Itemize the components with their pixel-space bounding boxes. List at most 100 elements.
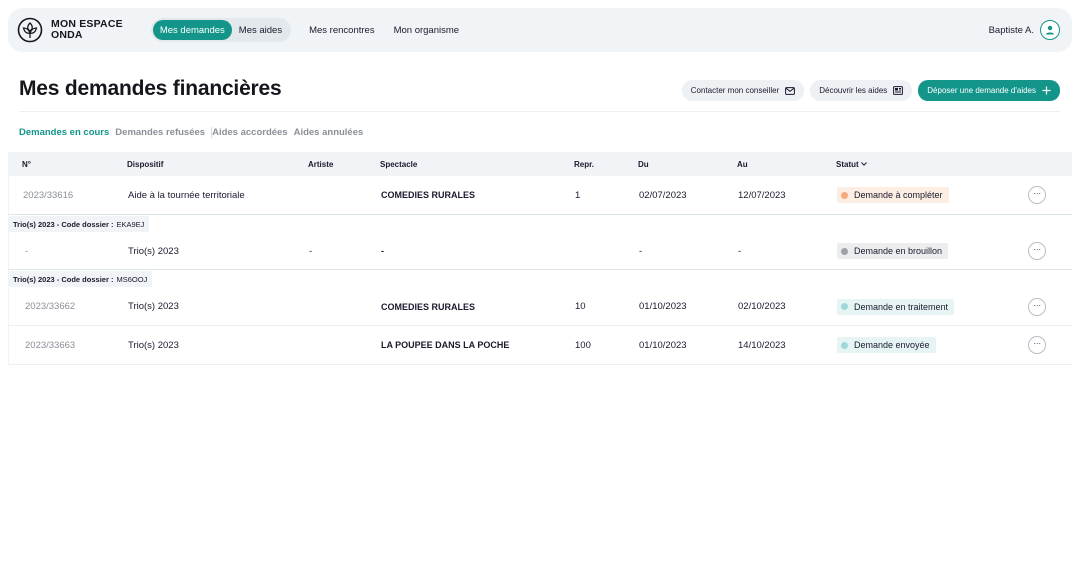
- cell-du: 01/10/2023: [639, 339, 687, 351]
- submit-request-button[interactable]: Déposer une demande d'aides: [918, 80, 1060, 101]
- status-dot: [841, 191, 848, 199]
- page-title: Mes demandes financières: [19, 77, 282, 100]
- status-label: Demande en traitement: [854, 301, 949, 312]
- column-header-du[interactable]: Du: [638, 160, 649, 169]
- more-icon: ···: [1033, 188, 1041, 198]
- plus-icon: [1042, 86, 1051, 95]
- group-code: EKA9EJ: [116, 219, 145, 229]
- nav-item-mon-organisme[interactable]: Mon organisme: [387, 20, 466, 40]
- row-menu-button[interactable]: ···: [1028, 336, 1046, 354]
- nav-item-mes-rencontres[interactable]: Mes rencontres: [302, 20, 381, 40]
- discover-aids-label: Découvrir les aides: [819, 86, 888, 95]
- cell-du: 01/10/2023: [639, 301, 687, 312]
- table-row[interactable]: - Trio(s) 2023 - - - - Demande en brouil…: [8, 233, 1072, 270]
- cell-dispositif: Trio(s) 2023: [128, 301, 179, 312]
- column-header-repr[interactable]: Repr.: [574, 160, 594, 169]
- tab-demandes-en-cours[interactable]: Demandes en cours: [19, 127, 109, 138]
- logo[interactable]: MON ESPACE ONDA: [17, 17, 123, 43]
- cell-au: -: [738, 245, 742, 257]
- cell-du: 02/07/2023: [639, 189, 687, 201]
- status-label: Demande en brouillon: [854, 246, 943, 256]
- cell-spectacle: LA POUPEE DANS LA POCHE: [381, 340, 510, 350]
- status-label: Demande à compléter: [854, 190, 943, 200]
- caret-down-icon: [860, 162, 867, 166]
- group-tag: Trio(s) 2023 - Code dossier : MS6OOJ: [9, 271, 153, 287]
- status-badge: Demande à compléter: [837, 187, 949, 203]
- cell-du: -: [639, 245, 643, 257]
- header-actions: Contacter mon conseiller Découvrir les a…: [676, 80, 1060, 101]
- logo-line-2: ONDA: [51, 29, 83, 41]
- user-menu[interactable]: Baptiste A.: [989, 20, 1060, 40]
- cell-num: -: [25, 245, 29, 257]
- mail-icon: [785, 86, 796, 95]
- table-header: N° Dispositif Artiste Spectacle Repr. Du…: [8, 152, 1072, 176]
- group-title: Trio(s) 2023 - Code dossier :: [13, 274, 114, 284]
- more-icon: ···: [1033, 299, 1041, 310]
- column-header-au[interactable]: Au: [737, 160, 748, 169]
- row-menu-button[interactable]: ···: [1028, 186, 1046, 204]
- status-tabs: Demandes en cours Demandes refusées Aide…: [19, 127, 363, 138]
- requests-table: N° Dispositif Artiste Spectacle Repr. Du…: [8, 152, 1072, 365]
- table-row[interactable]: 2023/33616 Aide à la tournée territorial…: [8, 176, 1072, 215]
- tab-aides-annulees[interactable]: Aides annulées: [294, 127, 364, 138]
- cell-spectacle: -: [381, 246, 384, 256]
- status-dot: [841, 341, 848, 349]
- status-label: Demande envoyée: [854, 340, 930, 350]
- contact-advisor-button[interactable]: Contacter mon conseiller: [681, 80, 805, 101]
- discover-aids-button[interactable]: Découvrir les aides: [810, 80, 913, 101]
- cell-repr: 1: [575, 189, 581, 201]
- cell-artiste: -: [309, 245, 313, 257]
- group-header: Trio(s) 2023 - Code dossier : EKA9EJ: [8, 215, 1072, 233]
- nav-item-mes-demandes[interactable]: Mes demandes: [152, 20, 232, 40]
- group-header: Trio(s) 2023 - Code dossier : MS6OOJ: [8, 270, 1072, 288]
- cell-spectacle: COMEDIES RURALES: [381, 190, 476, 200]
- main-nav: Mes demandes Mes aides Mes rencontres Mo…: [150, 18, 466, 42]
- group-code: MS6OOJ: [116, 274, 148, 284]
- tab-demandes-refusees[interactable]: Demandes refusées: [115, 127, 205, 138]
- column-header-statut[interactable]: Statut: [836, 160, 867, 169]
- cell-repr: 10: [575, 301, 586, 312]
- status-dot: [841, 247, 848, 255]
- status-badge: Demande en brouillon: [837, 243, 949, 259]
- cell-dispositif: Aide à la tournée territoriale: [128, 189, 245, 201]
- cell-au: 14/10/2023: [738, 339, 786, 351]
- logo-text: MON ESPACE ONDA: [51, 19, 123, 41]
- cell-dispositif: Trio(s) 2023: [128, 245, 179, 257]
- column-header-artiste[interactable]: Artiste: [308, 160, 333, 169]
- cell-au: 12/07/2023: [738, 189, 786, 201]
- group-tag: Trio(s) 2023 - Code dossier : EKA9EJ: [9, 216, 150, 232]
- top-navigation-bar: MON ESPACE ONDA Mes demandes Mes aides M…: [8, 8, 1072, 52]
- nav-pill-group: Mes demandes Mes aides: [150, 18, 292, 42]
- header-divider: [19, 111, 1060, 112]
- cell-repr: 100: [575, 339, 591, 351]
- status-dot: [841, 303, 848, 310]
- more-icon: ···: [1033, 338, 1041, 348]
- table-row[interactable]: 2023/33662 Trio(s) 2023 COMEDIES RURALES…: [8, 288, 1072, 326]
- more-icon: ···: [1033, 244, 1041, 254]
- cell-num: 2023/33662: [25, 301, 76, 312]
- tab-aides-accordees[interactable]: Aides accordées: [212, 127, 288, 138]
- table-row[interactable]: 2023/33663 Trio(s) 2023 LA POUPEE DANS L…: [8, 326, 1072, 365]
- cell-dispositif: Trio(s) 2023: [128, 339, 179, 351]
- column-header-dispositif[interactable]: Dispositif: [127, 160, 163, 169]
- cell-spectacle: COMEDIES RURALES: [381, 301, 476, 312]
- column-header-spectacle[interactable]: Spectacle: [380, 160, 417, 169]
- cell-num: 2023/33616: [23, 189, 74, 201]
- column-header-statut-label: Statut: [836, 159, 859, 169]
- user-name: Baptiste A.: [988, 24, 1034, 36]
- row-menu-button[interactable]: ···: [1028, 297, 1046, 316]
- cell-num: 2023/33663: [25, 339, 76, 351]
- cell-au: 02/10/2023: [738, 301, 786, 312]
- logo-icon: [17, 17, 43, 43]
- column-header-num[interactable]: N°: [22, 160, 31, 169]
- status-badge: Demande en traitement: [837, 298, 955, 315]
- nav-item-mes-aides[interactable]: Mes aides: [232, 20, 289, 40]
- user-icon: [1046, 25, 1054, 35]
- row-menu-button[interactable]: ···: [1028, 242, 1046, 260]
- avatar[interactable]: [1040, 20, 1060, 40]
- submit-request-label: Déposer une demande d'aides: [927, 86, 1036, 95]
- newspaper-icon: [893, 86, 904, 95]
- status-badge: Demande envoyée: [837, 337, 936, 353]
- group-title: Trio(s) 2023 - Code dossier :: [13, 219, 114, 229]
- contact-advisor-label: Contacter mon conseiller: [690, 86, 780, 95]
